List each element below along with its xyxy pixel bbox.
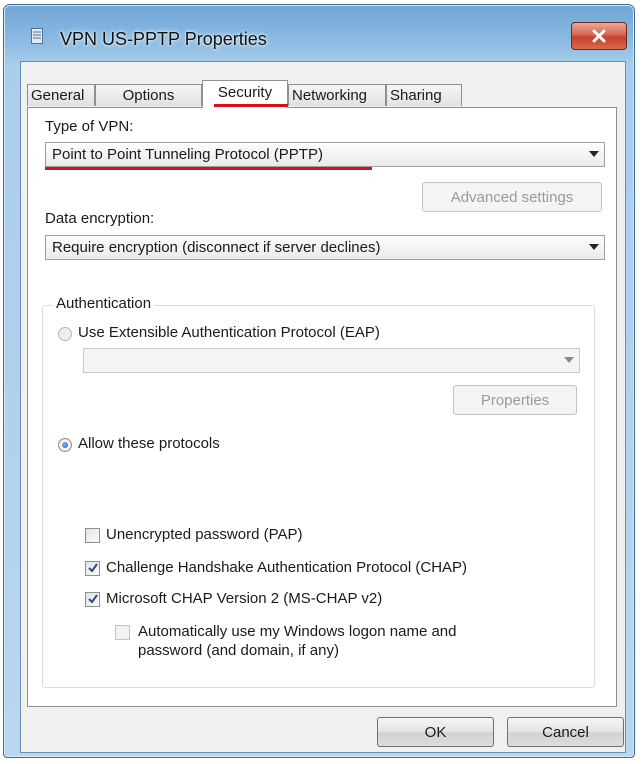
eap-label[interactable]: Use Extensible Authentication Protocol (… xyxy=(78,324,380,341)
tab-sharing[interactable]: Sharing xyxy=(386,84,462,106)
chap-checkbox[interactable] xyxy=(85,561,100,576)
window-title: VPN US-PPTP Properties xyxy=(60,29,267,49)
checkmark-icon xyxy=(88,594,98,604)
chevron-down-icon xyxy=(564,357,574,363)
auto-logon-label-line2[interactable]: password (and domain, if any) xyxy=(138,642,339,659)
chevron-down-icon xyxy=(589,244,599,250)
vpn-type-label: Type of VPN: xyxy=(45,118,134,135)
allow-protocols-label[interactable]: Allow these protocols xyxy=(78,435,220,452)
vpn-type-value: Point to Point Tunneling Protocol (PPTP) xyxy=(52,146,323,163)
data-encryption-label: Data encryption: xyxy=(45,210,155,227)
checkmark-icon xyxy=(88,563,98,573)
dialog-window: VPN US-PPTP Properties General Options S… xyxy=(3,4,635,758)
eap-method-select[interactable] xyxy=(83,348,580,373)
auto-logon-label-line1[interactable]: Automatically use my Windows logon name … xyxy=(138,623,457,640)
pap-label[interactable]: Unencrypted password (PAP) xyxy=(106,526,302,543)
ok-button[interactable]: OK xyxy=(377,717,494,747)
close-x-icon xyxy=(592,29,606,43)
allow-protocols-radio[interactable] xyxy=(58,438,72,452)
advanced-settings-button[interactable]: Advanced settings xyxy=(422,182,602,212)
eap-properties-button[interactable]: Properties xyxy=(453,385,577,415)
security-tab-highlight xyxy=(214,104,288,107)
close-button[interactable] xyxy=(571,22,627,50)
auto-logon-checkbox[interactable] xyxy=(115,625,130,640)
tab-general[interactable]: General xyxy=(27,84,95,106)
authentication-legend: Authentication xyxy=(53,295,155,312)
vpn-type-highlight xyxy=(45,167,372,170)
mschapv2-label[interactable]: Microsoft CHAP Version 2 (MS-CHAP v2) xyxy=(106,590,382,607)
eap-radio[interactable] xyxy=(58,327,72,341)
pap-checkbox[interactable] xyxy=(85,528,100,543)
mschapv2-checkbox[interactable] xyxy=(85,592,100,607)
chevron-down-icon xyxy=(589,151,599,157)
cancel-button[interactable]: Cancel xyxy=(507,717,624,747)
data-encryption-value: Require encryption (disconnect if server… xyxy=(52,239,381,256)
window-icon xyxy=(31,28,43,44)
chap-label[interactable]: Challenge Handshake Authentication Proto… xyxy=(106,559,467,576)
tab-networking[interactable]: Networking xyxy=(288,84,386,106)
dialog-client-area: General Options Security Networking Shar… xyxy=(20,61,626,753)
data-encryption-select[interactable]: Require encryption (disconnect if server… xyxy=(45,235,605,260)
tab-options[interactable]: Options xyxy=(95,84,202,106)
vpn-type-select[interactable]: Point to Point Tunneling Protocol (PPTP) xyxy=(45,142,605,167)
